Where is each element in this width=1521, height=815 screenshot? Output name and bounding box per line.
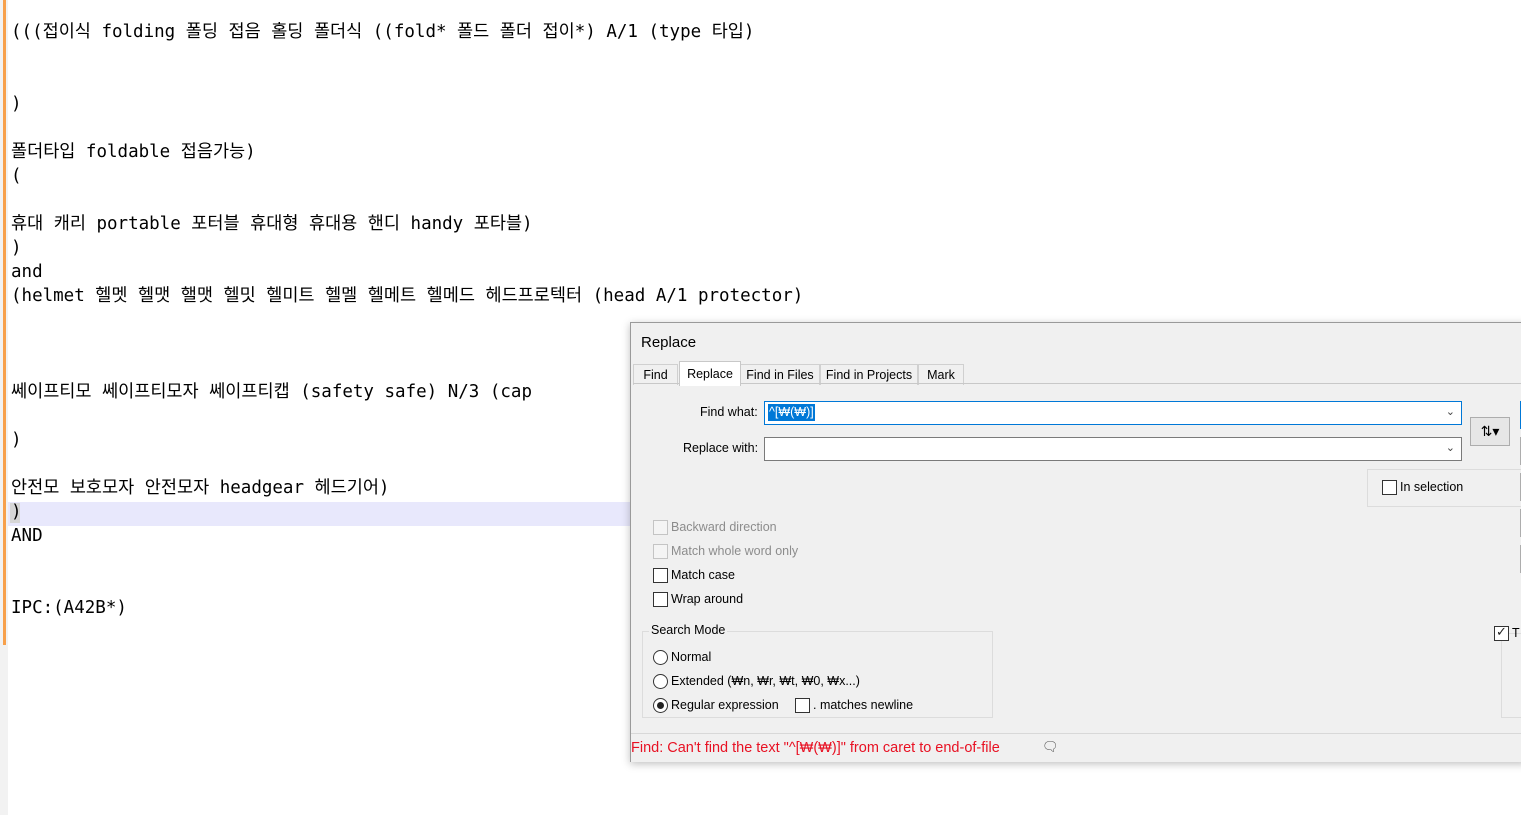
editor-line[interactable]: 안전모 보호모자 안전모자 headgear 헤드기어) (11, 476, 389, 500)
editor-line[interactable]: ) (11, 236, 22, 260)
in-selection-label[interactable]: In selection (1400, 480, 1463, 494)
replace-dialog: Replace Find Replace Find in Files Find … (630, 322, 1521, 762)
match-whole-word-label[interactable]: Match whole word only (671, 544, 798, 558)
search-mode-title: Search Mode (649, 623, 728, 637)
transparency-label[interactable]: T (1512, 626, 1520, 640)
status-message: Find: Can't find the text "^[₩(₩)]" from… (631, 740, 1000, 756)
current-line-highlight (8, 502, 633, 526)
chevron-down-icon[interactable]: ⌄ (1446, 441, 1455, 454)
wrap-around-checkbox[interactable] (653, 592, 668, 607)
speech-bubble-icon[interactable]: 🗨 (1042, 739, 1059, 755)
match-case-checkbox[interactable] (653, 568, 668, 583)
find-what-value[interactable]: ^[₩(₩)] (768, 404, 815, 421)
extended-radio[interactable] (653, 674, 668, 689)
find-what-combo[interactable]: ^[₩(₩)] ⌄ (764, 401, 1462, 425)
editor-line[interactable]: 폴더타입 foldable 접음가능) (11, 140, 256, 164)
swap-find-replace-button[interactable]: ⇅▾ (1470, 417, 1510, 446)
editor-line[interactable]: (((접이식 folding 폴딩 접음 홀딩 폴더식 ((fold* 폴드 폴… (11, 20, 754, 44)
tab-find[interactable]: Find (633, 364, 678, 385)
regex-label[interactable]: Regular expression (671, 698, 779, 712)
extended-label[interactable]: Extended (₩n, ₩r, ₩t, ₩0, ₩x...) (671, 674, 860, 688)
normal-label[interactable]: Normal (671, 650, 711, 664)
dot-matches-newline-label[interactable]: . matches newline (813, 698, 913, 712)
replace-with-combo[interactable]: ⌄ (764, 437, 1462, 461)
editor-line[interactable]: 쎄이프티모 쎄이프티모자 쎄이프티캡 (safety safe) N/3 (ca… (11, 380, 532, 404)
editor-line[interactable]: ( (11, 164, 22, 188)
match-case-label[interactable]: Match case (671, 568, 735, 582)
backward-direction-label[interactable]: Backward direction (671, 520, 777, 534)
editor-line[interactable]: ) (11, 500, 22, 524)
transparency-group (1501, 633, 1521, 718)
transparency-checkbox[interactable] (1494, 624, 1509, 641)
tab-mark[interactable]: Mark (918, 364, 964, 385)
editor-line[interactable]: AND (11, 524, 43, 548)
in-selection-checkbox[interactable] (1382, 480, 1397, 495)
dialog-title: Replace (641, 334, 697, 351)
regex-radio[interactable] (653, 698, 668, 713)
tab-find-in-files[interactable]: Find in Files (740, 364, 820, 385)
editor-line[interactable]: (helmet 헬멧 헬맷 핼맷 헬밋 헬미트 헬멜 헬메트 헬메드 헤드프로텍… (11, 284, 803, 308)
backward-direction-checkbox[interactable] (653, 520, 668, 535)
match-whole-word-checkbox[interactable] (653, 544, 668, 559)
normal-radio[interactable] (653, 650, 668, 665)
editor-line[interactable]: and (11, 260, 43, 284)
dot-matches-newline-checkbox[interactable] (795, 698, 810, 713)
editor-line[interactable]: 휴대 캐리 portable 포터블 휴대형 휴대용 핸디 handy 포타블) (11, 212, 533, 236)
editor-line[interactable]: IPC:(A42B*) (11, 596, 127, 620)
editor-line[interactable]: ) (11, 92, 22, 116)
editor-line[interactable]: ) (11, 428, 22, 452)
wrap-around-label[interactable]: Wrap around (671, 592, 743, 606)
chevron-down-icon[interactable]: ⌄ (1446, 405, 1455, 418)
change-history-bar (3, 0, 6, 645)
tab-find-in-projects[interactable]: Find in Projects (820, 364, 918, 385)
tab-panel-border (633, 383, 1521, 384)
swap-arrows-icon: ⇅▾ (1480, 423, 1500, 439)
replace-with-label: Replace with: (683, 441, 759, 455)
find-what-label: Find what: (700, 405, 758, 419)
replace-with-value[interactable] (768, 440, 770, 457)
status-bar: Find: Can't find the text "^[₩(₩)]" from… (631, 733, 1521, 762)
tab-replace[interactable]: Replace (679, 361, 741, 386)
